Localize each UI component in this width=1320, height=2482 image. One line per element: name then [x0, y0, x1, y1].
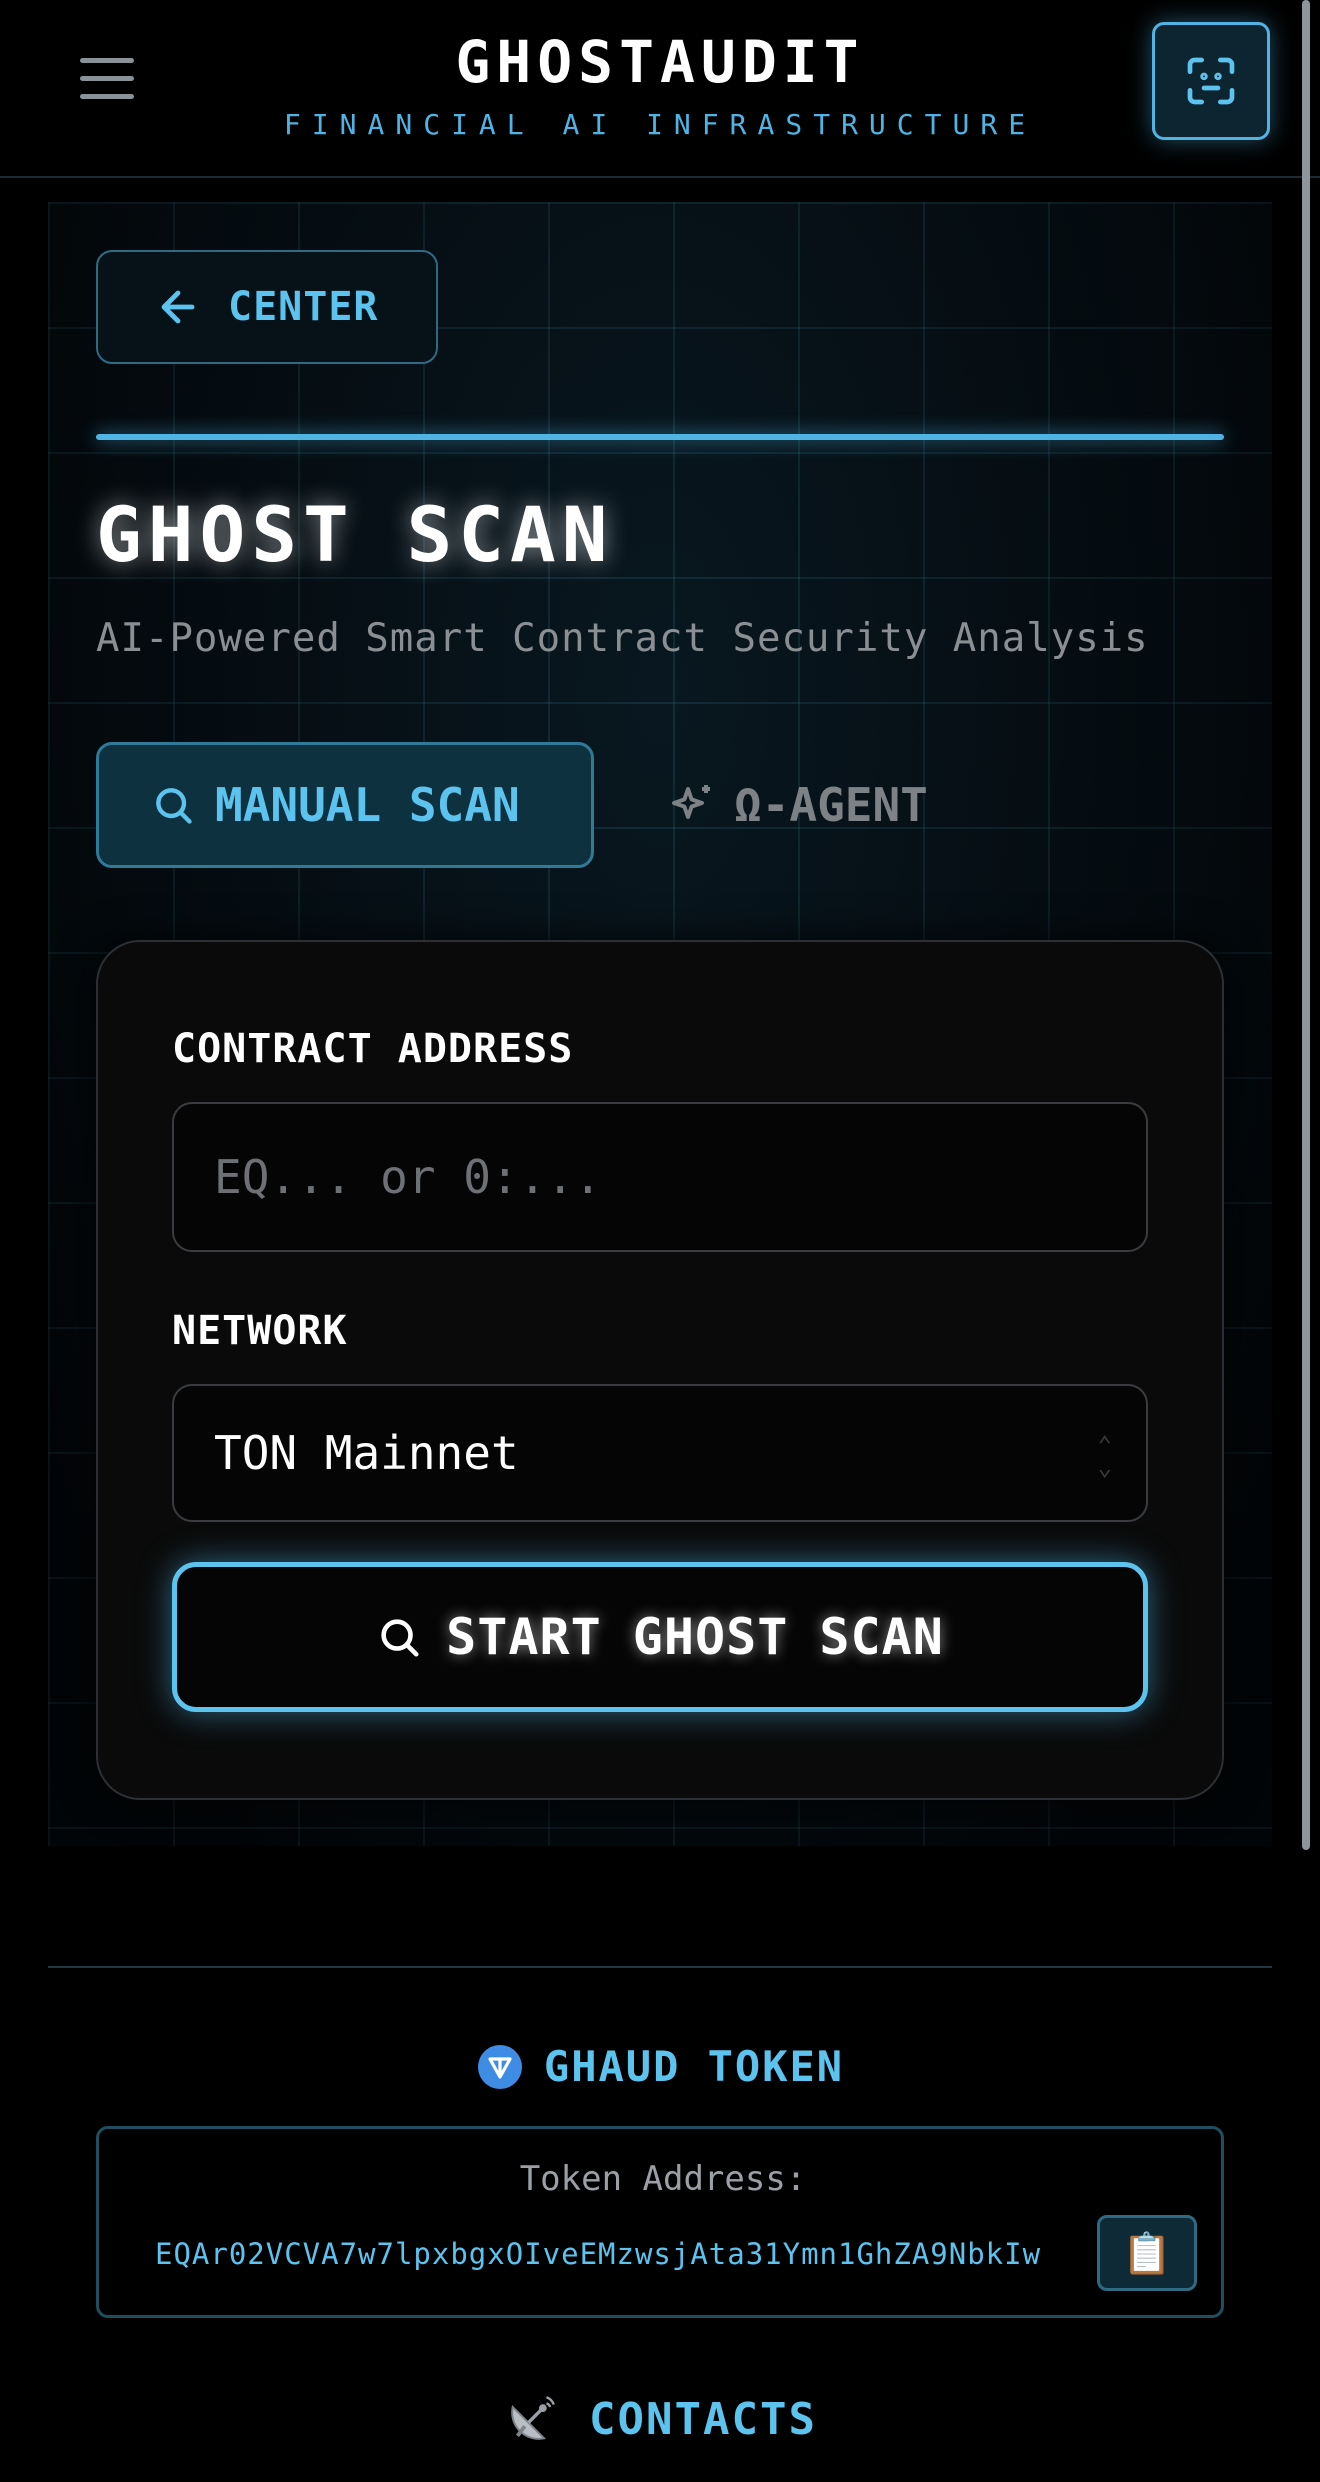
app-title: GHOSTAUDIT: [455, 28, 865, 96]
contract-address-field[interactable]: [172, 1102, 1148, 1252]
network-selected-value: TON Mainnet: [214, 1426, 519, 1480]
satellite-dish-icon: [511, 2396, 555, 2440]
network-select[interactable]: TON Mainnet ⌃ ⌄: [172, 1384, 1148, 1522]
start-ghost-scan-button[interactable]: START GHOST SCAN: [172, 1562, 1148, 1712]
accent-divider: [96, 434, 1224, 440]
arrow-left-icon: [161, 290, 195, 324]
tab-manual-scan-label: MANUAL SCAN: [215, 778, 520, 832]
search-icon: [381, 1619, 419, 1657]
back-to-center-button[interactable]: CENTER: [96, 250, 438, 364]
top-header: GHOSTAUDIT FINANCIAL AI INFRASTRUCTURE: [0, 0, 1320, 178]
contract-address-input[interactable]: [214, 1150, 1094, 1204]
chevron-updown-icon: ⌃ ⌄: [1097, 1431, 1112, 1481]
tab-omega-agent-label: Ω-AGENT: [734, 778, 928, 832]
copy-address-button[interactable]: 📋: [1097, 2215, 1197, 2291]
contacts-heading: CONTACTS: [0, 2390, 1320, 2448]
footer-divider: [48, 1966, 1272, 1968]
app-subtitle: FINANCIAL AI INFRASTRUCTURE: [283, 108, 1037, 141]
sparkle-icon: [672, 785, 710, 819]
network-label: NETWORK: [172, 1308, 348, 1354]
page-title: GHOST SCAN: [96, 490, 614, 579]
page: GHOSTAUDIT FINANCIAL AI INFRASTRUCTURE C…: [0, 0, 1320, 2482]
token-heading: GHAUD TOKEN: [0, 2042, 1320, 2091]
tab-omega-agent[interactable]: Ω-AGENT: [668, 742, 998, 868]
contract-address-label: CONTRACT ADDRESS: [172, 1026, 574, 1072]
clipboard-icon: 📋: [1122, 2230, 1172, 2277]
page-subtitle: AI-Powered Smart Contract Security Analy…: [96, 616, 1149, 661]
scrollbar[interactable]: [1302, 0, 1310, 1850]
search-icon: [156, 788, 192, 824]
token-address-value[interactable]: EQAr02VCVA7w7lpxbgxOIveEMzwsjAta31Ymn1Gh…: [155, 2237, 1041, 2271]
tab-manual-scan[interactable]: MANUAL SCAN: [96, 742, 594, 868]
scan-frame-icon: [1187, 57, 1235, 105]
scan-form-card: CONTRACT ADDRESS NETWORK TON Mainnet ⌃⌄ …: [96, 940, 1224, 1800]
scan-frame-button[interactable]: [1152, 22, 1270, 140]
start-scan-label: START GHOST SCAN: [446, 1608, 944, 1666]
token-heading-label: GHAUD TOKEN: [543, 2042, 845, 2091]
token-address-box: Token Address: EQAr02VCVA7w7lpxbgxOIveEM…: [96, 2126, 1224, 2318]
token-address-caption: Token Address:: [519, 2159, 807, 2199]
ton-logo-icon: [477, 2044, 522, 2089]
back-button-label: CENTER: [228, 284, 379, 330]
contacts-heading-label: CONTACTS: [589, 2393, 817, 2445]
